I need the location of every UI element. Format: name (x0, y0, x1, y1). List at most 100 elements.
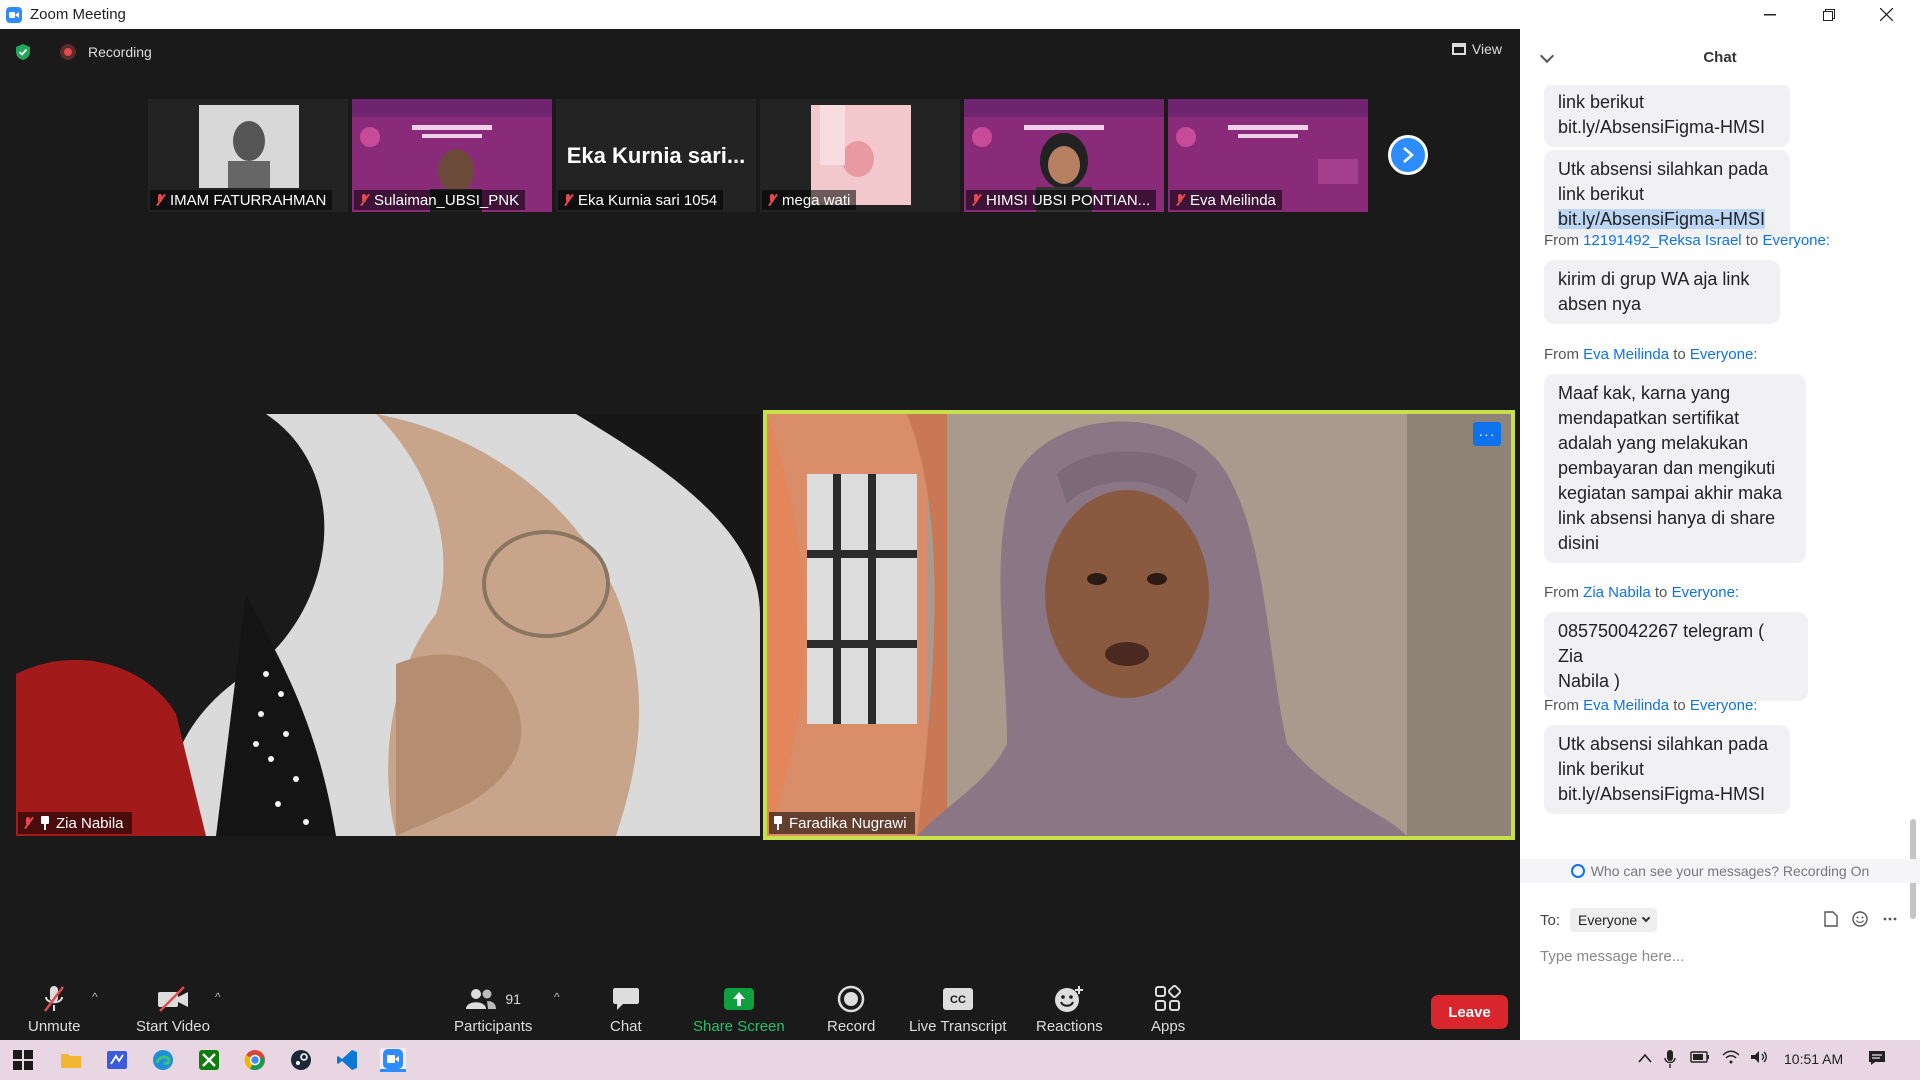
closed-captions-icon: CC (942, 988, 973, 1010)
meeting-area: Recording View IMAM FATURRAHMAN Sulaiman… (0, 29, 1520, 1040)
view-grid-icon (1451, 43, 1466, 55)
microphone-muted-icon (44, 986, 65, 1012)
clock-time[interactable]: 10:51 AM (1784, 1051, 1843, 1067)
mic-muted-icon (562, 193, 574, 207)
participant-name-tag: Sulaiman_UBSI_PNK (354, 190, 526, 210)
mic-muted-icon (1174, 193, 1186, 207)
video-options-caret-icon[interactable]: ^ (215, 990, 221, 1004)
window-title: Zoom Meeting (30, 6, 126, 23)
start-video-button[interactable]: Start Video (136, 984, 210, 1035)
chevron-down-icon (1641, 913, 1651, 923)
participants-count: 91 (505, 991, 521, 1007)
video-tile[interactable]: Zia Nabila (16, 414, 760, 836)
participants-options-caret-icon[interactable]: ^ (554, 990, 560, 1004)
xbox-icon[interactable] (196, 1048, 222, 1072)
participant-name-tag: Eka Kurnia sari 1054 (558, 190, 724, 210)
more-options-button[interactable]: ··· (1473, 422, 1501, 446)
microphone-icon[interactable] (1664, 1050, 1676, 1071)
leave-button[interactable]: Leave (1431, 995, 1508, 1029)
shield-icon[interactable] (14, 43, 32, 61)
apps-button[interactable]: Apps (1151, 984, 1185, 1035)
participant-thumbnail[interactable]: HIMSI UBSI PONTIAN... (964, 99, 1164, 212)
audio-options-caret-icon[interactable]: ^ (92, 990, 98, 1004)
pin-icon (773, 816, 783, 830)
participant-thumbnail[interactable]: IMAM FATURRAHMAN (148, 99, 348, 212)
minimize-icon (1764, 13, 1776, 15)
edge-browser-icon[interactable] (150, 1048, 176, 1072)
participant-thumbnail[interactable]: Eka Kurnia sari... Eka Kurnia sari 1054 (556, 99, 756, 212)
participant-name-tag: mega wati (762, 190, 857, 210)
participant-name-tag: Zia Nabila (18, 812, 132, 834)
restore-icon (1823, 8, 1835, 21)
message-sender: From Eva Meilinda to Everyone: (1544, 697, 1758, 714)
participant-name-tag: Faradika Nugrawi (769, 812, 915, 834)
reactions-button[interactable]: Reactions (1036, 984, 1103, 1035)
more-icon[interactable] (1882, 911, 1898, 927)
wifi-icon[interactable] (1722, 1050, 1740, 1067)
recording-indicator-icon (60, 44, 76, 60)
view-button[interactable]: View (1451, 41, 1502, 57)
message-sender: From Eva Meilinda to Everyone: (1544, 346, 1758, 363)
reactions-icon (1055, 986, 1084, 1012)
whiteboard-app-icon[interactable] (104, 1048, 130, 1072)
chat-message: link berikut bit.ly/AbsensiFigma-HMSI (1544, 85, 1790, 147)
chat-button[interactable]: Chat (610, 984, 642, 1035)
zoom-taskbar-icon[interactable] (380, 1048, 406, 1072)
battery-icon[interactable] (1690, 1050, 1710, 1067)
participant-strip: IMAM FATURRAHMAN Sulaiman_UBSI_PNK Eka K… (148, 99, 1368, 212)
recipient-row: To: Everyone (1540, 908, 1658, 932)
restore-button[interactable] (1800, 0, 1858, 29)
zoom-app-icon (6, 6, 22, 23)
participants-icon (466, 989, 497, 1009)
participant-name-tag: HIMSI UBSI PONTIAN... (966, 190, 1157, 210)
recording-label: Recording (88, 44, 152, 60)
mic-muted-icon (22, 816, 34, 830)
participants-button[interactable]: 91 Participants (454, 984, 532, 1035)
message-sender: From 12191492_Reksa Israel to Everyone: (1544, 232, 1831, 249)
mic-muted-icon (766, 193, 778, 207)
title-bar: Zoom Meeting (0, 0, 1920, 29)
privacy-notice[interactable]: Who can see your messages? Recording On (1520, 859, 1920, 883)
video-tile-active-speaker[interactable]: ··· Faradika Nugrawi (763, 410, 1515, 840)
emoji-icon[interactable] (1852, 911, 1868, 927)
participant-name-tag: IMAM FATURRAHMAN (150, 190, 333, 210)
video-camera-off-icon (157, 986, 188, 1012)
participant-thumbnail[interactable]: Eva Meilinda (1168, 99, 1368, 212)
vscode-icon[interactable] (334, 1048, 360, 1072)
windows-start-icon[interactable] (10, 1048, 36, 1072)
recipient-select[interactable]: Everyone (1570, 908, 1658, 932)
mic-muted-icon (358, 193, 370, 207)
share-screen-button[interactable]: Share Screen (693, 984, 785, 1035)
chrome-browser-icon[interactable] (242, 1048, 268, 1072)
chat-actions (1824, 911, 1898, 927)
participant-thumbnail[interactable]: mega wati (760, 99, 960, 212)
chat-panel: Chat link berikut bit.ly/AbsensiFigma-HM… (1520, 29, 1920, 1040)
record-icon (837, 985, 865, 1013)
chat-message-input[interactable] (1540, 941, 1900, 971)
steam-icon[interactable] (288, 1048, 314, 1072)
chat-messages: link berikut bit.ly/AbsensiFigma-HMSI Ut… (1520, 85, 1920, 859)
mic-muted-icon (970, 193, 982, 207)
chat-message: Utk absensi silahkan pada link berikut b… (1544, 150, 1790, 239)
minimize-button[interactable] (1741, 0, 1799, 29)
user-privacy-icon (1570, 864, 1585, 878)
chat-message: Maaf kak, karna yang mendapatkan sertifi… (1544, 374, 1806, 563)
selected-link-text[interactable]: bit.ly/AbsensiFigma-HMSI (1558, 209, 1766, 229)
close-button[interactable] (1857, 0, 1915, 29)
close-icon (1879, 8, 1893, 21)
unmute-button[interactable]: Unmute (28, 984, 81, 1035)
volume-icon[interactable] (1750, 1050, 1768, 1067)
next-page-button[interactable] (1388, 135, 1428, 175)
record-button[interactable]: Record (827, 984, 875, 1035)
file-icon[interactable] (1824, 911, 1838, 927)
chat-message: 085750042267 telegram ( Zia Nabila ) (1544, 612, 1808, 701)
chat-title: Chat (1703, 48, 1737, 66)
windows-taskbar: 10:51 AM (0, 1040, 1920, 1080)
file-explorer-icon[interactable] (58, 1048, 84, 1072)
show-hidden-icons-icon[interactable] (1638, 1050, 1652, 1066)
live-transcript-button[interactable]: CC Live Transcript (909, 984, 1007, 1035)
participant-thumbnail[interactable]: Sulaiman_UBSI_PNK (352, 99, 552, 212)
message-sender: From Zia Nabila to Everyone: (1544, 584, 1740, 601)
chevron-down-icon[interactable] (1539, 48, 1555, 64)
notifications-icon[interactable] (1868, 1050, 1886, 1069)
